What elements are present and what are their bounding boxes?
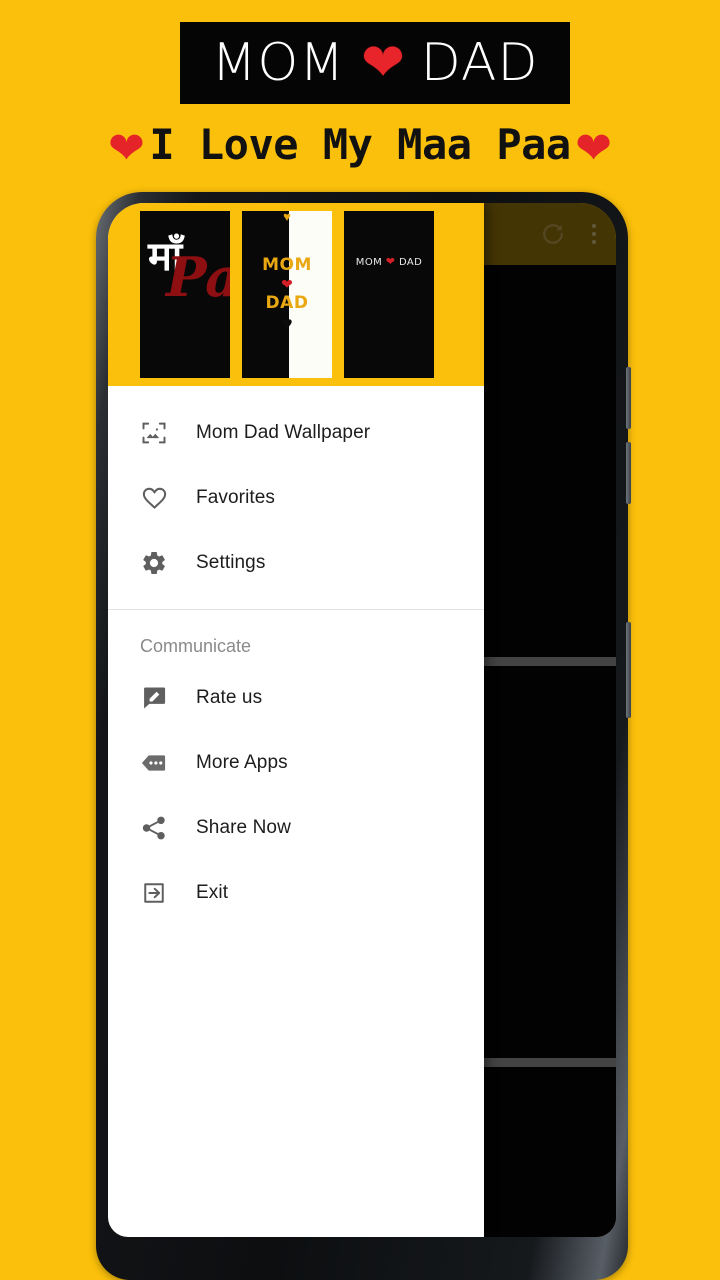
- phone-mockup: म ❤ P α 𝒪 —— P aa M Y ’ M: [96, 192, 631, 1280]
- exit-icon: [138, 877, 170, 909]
- image-frame-icon: [138, 417, 170, 449]
- drawer-section-label: Communicate: [140, 636, 252, 656]
- thumbnail-word-dad: DAD: [265, 293, 309, 313]
- thumbnail-heart-red-icon: ❤: [281, 276, 293, 292]
- more-apps-icon: [138, 747, 170, 779]
- gear-icon: [138, 547, 170, 579]
- maa-paa-thumbnail[interactable]: माँ Paa: [140, 211, 230, 378]
- drawer-item-label: Mom Dad Wallpaper: [196, 421, 371, 443]
- power-button[interactable]: [626, 622, 631, 718]
- share-icon: [138, 812, 170, 844]
- tagline-heart-left-icon: ❤: [107, 124, 145, 173]
- drawer-item-label: Favorites: [196, 486, 276, 508]
- heart-outline-icon: [138, 482, 170, 514]
- drawer-item-label: Exit: [196, 881, 229, 903]
- drawer-item-label: Settings: [196, 551, 266, 573]
- drawer-item-label: Share Now: [196, 816, 291, 838]
- thumbnail-word-mom: MOM: [262, 255, 312, 275]
- tagline-heart-right-icon: ❤: [575, 124, 613, 173]
- tagline-text: I Love My Maa Paa: [149, 120, 571, 169]
- drawer-item-share-now[interactable]: Share Now: [108, 795, 484, 860]
- drawer-item-favorites[interactable]: Favorites: [108, 465, 484, 530]
- drawer-item-rate-us[interactable]: Rate us: [108, 665, 484, 730]
- thumbnail-word-dad: DAD: [398, 257, 423, 268]
- drawer-item-more-apps[interactable]: More Apps: [108, 730, 484, 795]
- drawer-item-label: More Apps: [196, 751, 288, 773]
- drawer-item-mom-dad-wallpaper[interactable]: Mom Dad Wallpaper: [108, 400, 484, 465]
- navigation-drawer: माँ Paa ♥ MOM ❤ DAD ♥: [108, 203, 484, 1237]
- mom-dad-split-thumbnail[interactable]: ♥ MOM ❤ DAD ♥: [242, 211, 332, 378]
- rate-review-icon: [138, 682, 170, 714]
- thumbnail-caret-icon: ♥: [283, 211, 291, 224]
- drawer-header: माँ Paa ♥ MOM ❤ DAD ♥: [108, 203, 484, 386]
- promo-banner: MOM ❤ DAD: [180, 22, 570, 104]
- tagline: ❤ I Love My Maa Paa ❤: [0, 120, 720, 174]
- thumbnail-heart-black-icon: ♥: [281, 314, 293, 335]
- volume-up-button[interactable]: [626, 367, 631, 429]
- drawer-menu-list: Mom Dad Wallpaper Favorites Settings Com…: [108, 386, 484, 1237]
- promo-word-mom: MOM: [211, 33, 346, 93]
- promo-word-dad: DAD: [420, 33, 539, 93]
- volume-down-button[interactable]: [626, 442, 631, 504]
- drawer-item-exit[interactable]: Exit: [108, 860, 484, 925]
- thumbnail-heart-icon: ❤: [385, 255, 396, 268]
- mom-dad-inline-thumbnail[interactable]: MOM ❤ DAD: [344, 211, 434, 378]
- thumbnail-word-mom: MOM: [355, 257, 383, 268]
- thumbnail-paa-text: Paa: [166, 245, 230, 309]
- promo-heart-icon: ❤: [361, 34, 405, 92]
- drawer-item-settings[interactable]: Settings: [108, 530, 484, 595]
- drawer-item-label: Rate us: [196, 686, 263, 708]
- thumbnail-inline-line: MOM ❤ DAD: [344, 255, 434, 268]
- phone-screen: म ❤ P α 𝒪 —— P aa M Y ’ M: [108, 203, 616, 1237]
